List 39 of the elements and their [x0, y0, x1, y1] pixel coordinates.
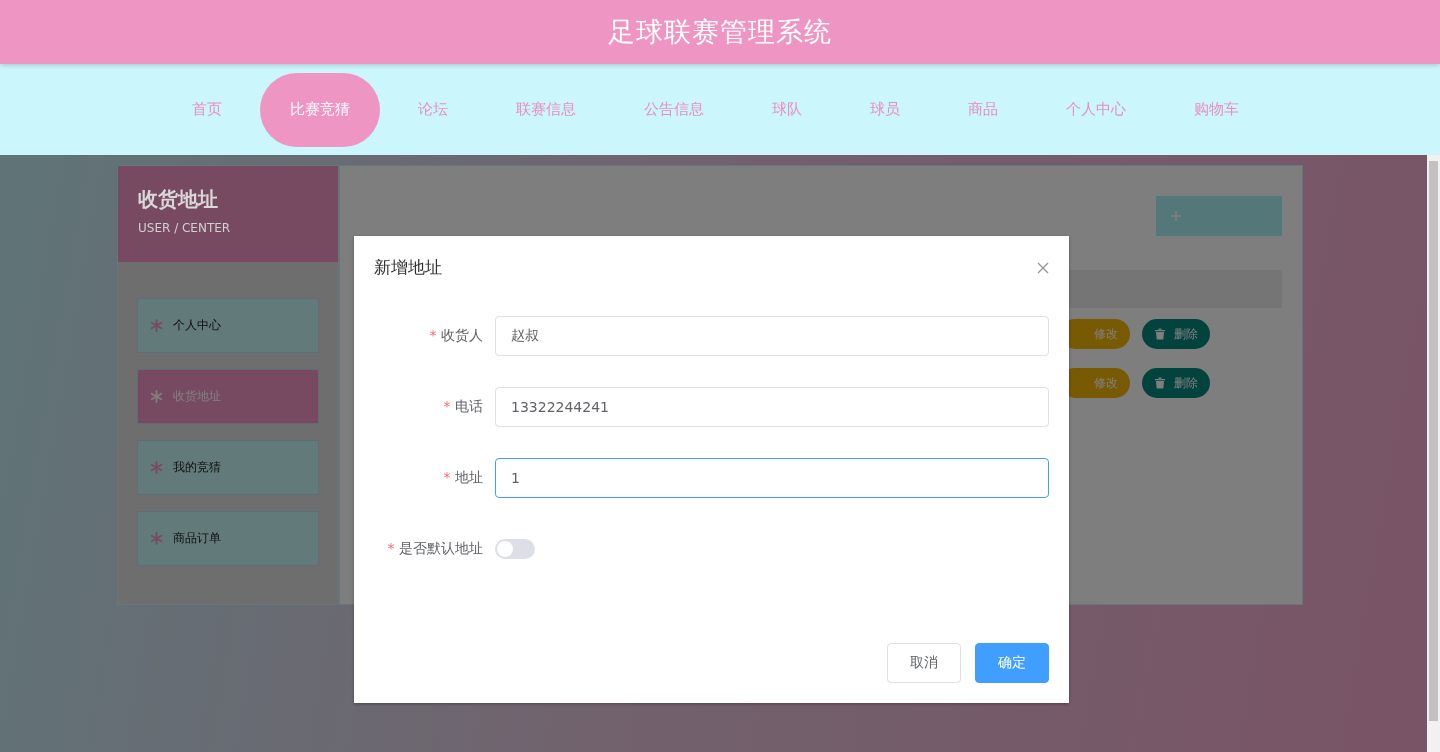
sidebar-item[interactable]: 商品订单 [137, 511, 319, 566]
sidebar-item[interactable]: 我的竞猜 [137, 440, 319, 495]
trash-icon [1154, 328, 1166, 340]
confirm-button[interactable]: 确定 [975, 643, 1049, 683]
trash-icon [1154, 377, 1166, 389]
plus-icon [1170, 210, 1182, 222]
nav-tab[interactable]: 球员 [839, 72, 930, 147]
nav-tab[interactable]: 论坛 [387, 72, 478, 147]
nav-tab[interactable]: 首页 [161, 72, 252, 147]
toggle-switch[interactable] [495, 539, 535, 559]
delete-button[interactable]: 删除 [1142, 368, 1210, 398]
nav-tab[interactable]: 公告信息 [613, 72, 734, 147]
nav-tab[interactable]: 个人中心 [1035, 72, 1156, 147]
sidebar-item[interactable]: 个人中心 [137, 298, 319, 353]
field-label: * 电话 [442, 398, 484, 416]
nav-tab[interactable]: 球队 [741, 72, 832, 147]
field-label: * 是否默认地址 [386, 540, 484, 558]
asterisk-icon [150, 532, 163, 545]
nav-tab[interactable]: 比赛竞猜 [259, 72, 380, 147]
nav-tab[interactable]: 联赛信息 [485, 72, 606, 147]
delete-button[interactable]: 删除 [1142, 319, 1210, 349]
nav-tab[interactable]: 购物车 [1163, 72, 1269, 147]
asterisk-icon [150, 461, 163, 474]
asterisk-icon [150, 319, 163, 332]
close-icon[interactable] [1037, 261, 1049, 274]
scrollbar[interactable] [1427, 155, 1440, 752]
dialog-title: 新增地址 [374, 256, 442, 279]
input-field[interactable]: 1 [495, 458, 1049, 498]
cancel-button[interactable]: 取消 [887, 643, 961, 683]
add-button[interactable] [1156, 196, 1282, 236]
asterisk-icon [150, 390, 163, 403]
site-title: 足球联赛管理系统 [608, 15, 832, 49]
sidebar-subtitle: USER / CENTER [138, 221, 232, 235]
field-label: * 收货人 [428, 327, 484, 345]
nav-tab[interactable]: 商品 [937, 72, 1028, 147]
field-label: * 地址 [442, 469, 484, 487]
input-field[interactable]: 赵叔 [495, 316, 1049, 356]
sidebar-title: 收货地址 [138, 186, 219, 213]
input-field[interactable]: 13322244241 [495, 387, 1049, 427]
